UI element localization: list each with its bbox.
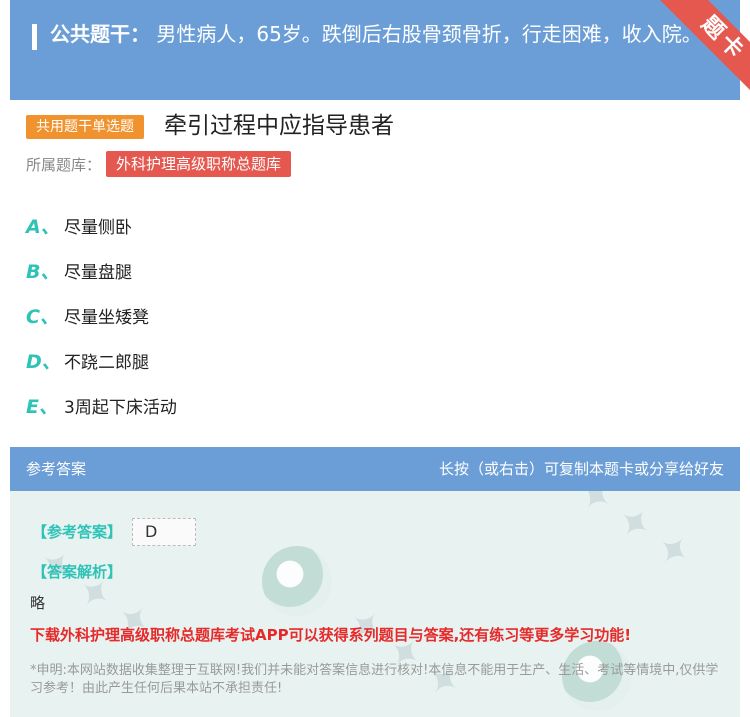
option-c[interactable]: C、 尽量坐矮凳 [26,293,177,338]
corner-ribbon: 题卡 [650,0,750,110]
answer-header-title: 参考答案 [26,460,87,478]
option-text: 尽量坐矮凳 [64,308,149,328]
question-type-tag: 共用题干单选题 [26,115,144,139]
download-app-link[interactable]: 下载外科护理高级职称总题库考试APP可以获得系列题目与答案,还有练习等更多学习功… [30,624,631,645]
question-stem-panel: 公共题干： 男性病人，65岁。跌倒后右股骨颈骨折，行走困难，收入院。 [10,0,740,100]
option-letter: B、 [26,261,60,283]
question-title: 牵引过程中应指导患者 [164,113,394,139]
answer-header: 参考答案 长按（或右击）可复制本题卡或分享给好友 [10,447,740,491]
share-hint: 长按（或右击）可复制本题卡或分享给好友 [438,460,724,478]
explain-label: 【答案解析】 [32,563,123,581]
option-letter: E、 [26,396,58,418]
answer-value: D [132,518,196,546]
option-letter: D、 [26,351,61,373]
bank-label: 所属题库： [26,156,102,174]
option-text: 3周起下床活动 [64,398,177,418]
watermark-icon: ✦ ✦ ✦ [568,491,700,580]
answer-label: 【参考答案】 [32,523,123,541]
option-b[interactable]: B、 尽量盘腿 [26,248,177,293]
stem-label: 公共题干： [50,22,150,46]
explain-text: 略 [30,594,46,612]
disclaimer-text: *申明:本网站数据收集整理于互联网!我们并未能对答案信息进行核对!本信息不能用于… [30,663,719,696]
watermark-logo-icon [262,546,332,616]
stem-text: 男性病人，65岁。跌倒后右股骨颈骨折，行走困难，收入院。 [156,22,702,46]
option-text: 尽量侧卧 [64,218,132,238]
option-list: A、 尽量侧卧 B、 尽量盘腿 C、 尽量坐矮凳 D、 不跷二郎腿 E、 3周起… [26,203,177,428]
option-letter: A、 [26,216,60,238]
option-a[interactable]: A、 尽量侧卧 [26,203,177,248]
option-text: 尽量盘腿 [64,263,132,283]
stem-accent-bar [32,24,37,50]
option-letter: C、 [26,306,59,328]
bank-link[interactable]: 外科护理高级职称总题库 [106,151,292,177]
option-d[interactable]: D、 不跷二郎腿 [26,338,177,383]
option-text: 不跷二郎腿 [64,353,149,373]
answer-panel: ✦ ✦ ✦ ✦ ✦ ✦ ✦ ✦ ✦ 【参考答案】 D 【答案解析】 略 下载外科… [10,491,740,717]
option-e[interactable]: E、 3周起下床活动 [26,383,177,428]
corner-ribbon-text: 题卡 [657,0,750,105]
